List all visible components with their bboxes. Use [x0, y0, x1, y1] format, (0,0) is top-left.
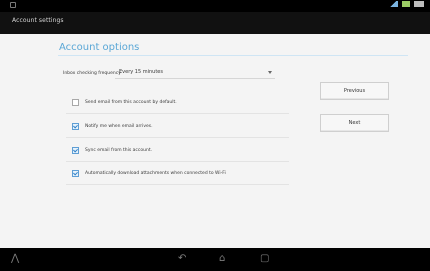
notify-label: Notify me when email arrives. [85, 123, 153, 129]
inbox-frequency-select[interactable]: Every 15 minutes [113, 65, 277, 79]
system-nav-bar: ⋀ ↶ ⌂ ▢ [0, 248, 430, 271]
account-settings-screen: Account settings Account options Inbox c… [0, 0, 430, 271]
chevron-down-icon [268, 71, 272, 74]
option-row-attachments[interactable]: Automatically download attachments when … [72, 168, 226, 178]
status-bar [0, 0, 430, 12]
battery-icon [402, 1, 410, 7]
previous-button[interactable]: Previous [320, 82, 389, 100]
action-bar-title: Account settings [12, 17, 64, 24]
option-divider [66, 113, 289, 114]
attachments-label: Automatically download attachments when … [85, 170, 226, 176]
sync-label: Sync email from this account. [85, 147, 153, 153]
notify-checkbox[interactable] [72, 122, 79, 130]
option-row-send-default[interactable]: Send email from this account by default. [72, 97, 177, 107]
notification-icon [10, 2, 16, 8]
option-row-notify[interactable]: Notify me when email arrives. [72, 121, 153, 131]
recent-apps-icon[interactable]: ▢ [260, 254, 269, 264]
option-divider [66, 137, 289, 138]
clock-icon [414, 1, 424, 7]
option-divider [66, 184, 289, 185]
send-default-checkbox[interactable] [72, 98, 79, 106]
back-icon[interactable]: ↶ [178, 254, 186, 264]
menu-icon[interactable]: ⋀ [11, 254, 19, 264]
home-icon[interactable]: ⌂ [219, 254, 225, 264]
sync-checkbox[interactable] [72, 146, 79, 154]
attachments-checkbox[interactable] [72, 169, 79, 177]
select-underline [115, 78, 275, 79]
inbox-frequency-value: Every 15 minutes [119, 69, 163, 75]
send-default-label: Send email from this account by default. [85, 99, 177, 105]
page-title: Account options [59, 42, 140, 53]
next-button[interactable]: Next [320, 114, 389, 132]
option-divider [66, 161, 289, 162]
action-bar: Account settings [0, 12, 430, 34]
wifi-icon [388, 1, 398, 7]
option-row-sync[interactable]: Sync email from this account. [72, 145, 152, 155]
status-icons [388, 1, 424, 7]
title-divider [58, 55, 408, 56]
